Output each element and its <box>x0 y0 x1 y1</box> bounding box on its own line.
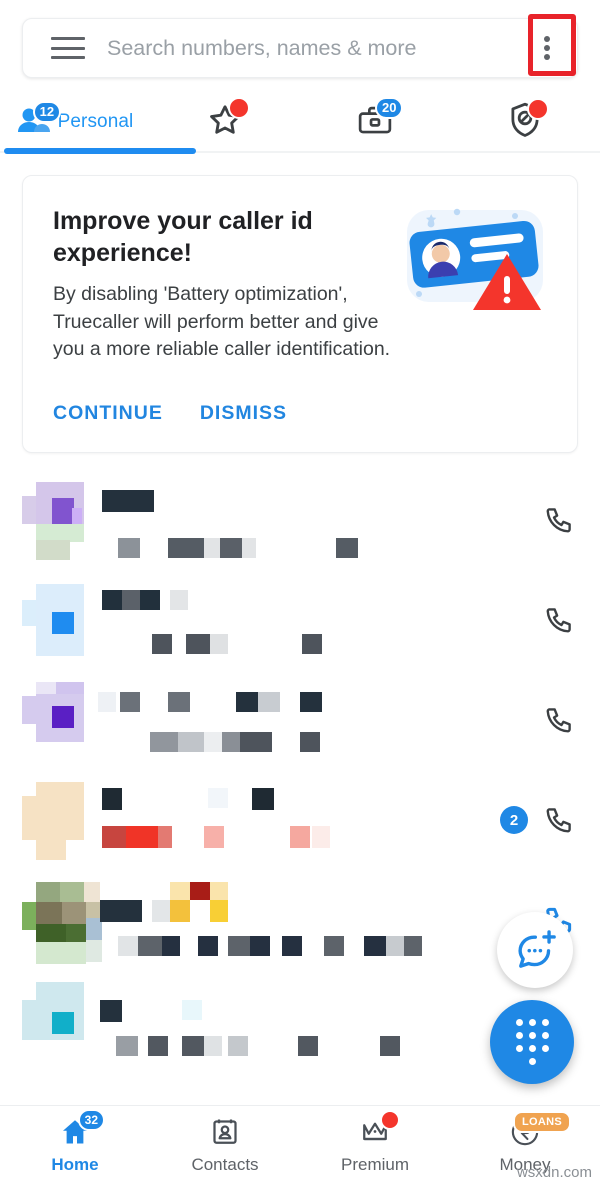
tab-blocking[interactable] <box>450 92 600 152</box>
nav-premium-dot <box>380 1109 400 1130</box>
phone-icon[interactable] <box>544 805 574 835</box>
nav-home-label: Home <box>51 1154 99 1174</box>
bottom-navigation-bar: 32 Home Contacts Premium LOANS Money <box>0 1105 600 1183</box>
tab-blocking-dot <box>527 97 549 120</box>
nav-item-premium[interactable]: Premium <box>300 1106 450 1183</box>
nav-money-label: Money <box>499 1154 551 1174</box>
app-screen: 12 Personal <box>0 0 600 1183</box>
nav-item-contacts[interactable]: Contacts <box>150 1106 300 1183</box>
tab-personal[interactable]: 12 Personal <box>0 92 196 154</box>
tab-favourites[interactable] <box>150 92 300 152</box>
card-title: Improve your caller id experience! <box>53 207 313 267</box>
avatar <box>22 682 84 758</box>
new-message-icon <box>518 930 556 968</box>
phone-icon[interactable] <box>544 605 574 635</box>
tab-business[interactable]: 20 <box>300 92 450 152</box>
id-card-warning-illustration <box>389 198 559 318</box>
tab-favourites-dot <box>228 96 250 119</box>
avatar <box>22 582 84 658</box>
missed-call-count: 2 <box>500 806 528 834</box>
tab-business-badge: 20 <box>375 96 404 119</box>
three-dot-menu-icon[interactable] <box>544 36 550 60</box>
contacts-icon <box>213 1119 237 1144</box>
call-row-actions <box>544 670 600 770</box>
avatar <box>22 482 84 560</box>
call-row-actions <box>544 570 600 670</box>
search-bar[interactable] <box>22 18 578 78</box>
nav-home-badge: 32 <box>77 1108 105 1131</box>
search-input[interactable] <box>107 35 517 61</box>
call-row-actions <box>574 970 600 1070</box>
dismiss-button[interactable]: DISMISS <box>200 402 287 425</box>
nav-item-home[interactable]: 32 Home <box>0 1106 150 1183</box>
call-log-row[interactable] <box>0 570 600 670</box>
new-message-fab[interactable] <box>497 912 573 988</box>
battery-optimization-card: Improve your caller id experience! By di… <box>22 175 578 453</box>
call-log-list: 2 <box>0 470 600 1070</box>
continue-button[interactable]: CONTINUE <box>53 402 163 425</box>
avatar <box>22 982 84 1058</box>
nav-item-money[interactable]: LOANS Money <box>450 1106 600 1183</box>
dialpad-icon <box>515 1019 549 1065</box>
phone-icon[interactable] <box>544 705 574 735</box>
call-row-actions <box>544 470 600 570</box>
card-body: By disabling 'Battery optimization', Tru… <box>53 283 391 361</box>
dialpad-fab[interactable] <box>490 1000 574 1084</box>
avatar <box>22 782 84 860</box>
nav-premium-label: Premium <box>340 1154 409 1174</box>
avatar <box>22 882 102 964</box>
hamburger-icon[interactable] <box>51 37 85 59</box>
phone-icon[interactable] <box>544 505 574 535</box>
nav-contacts-label: Contacts <box>191 1154 259 1174</box>
call-row-actions: 2 <box>500 770 600 870</box>
card-actions: CONTINUE DISMISS <box>53 402 287 425</box>
nav-money-loans-badge: LOANS <box>513 1110 571 1133</box>
top-tab-bar: 12 Personal 20 <box>0 92 600 154</box>
call-log-row[interactable] <box>0 670 600 770</box>
call-log-row[interactable]: 2 <box>0 770 600 870</box>
overflow-menu-button[interactable] <box>517 18 577 78</box>
tab-personal-badge: 12 <box>32 100 62 123</box>
tab-personal-label: Personal <box>57 111 134 132</box>
call-log-row[interactable] <box>0 470 600 570</box>
